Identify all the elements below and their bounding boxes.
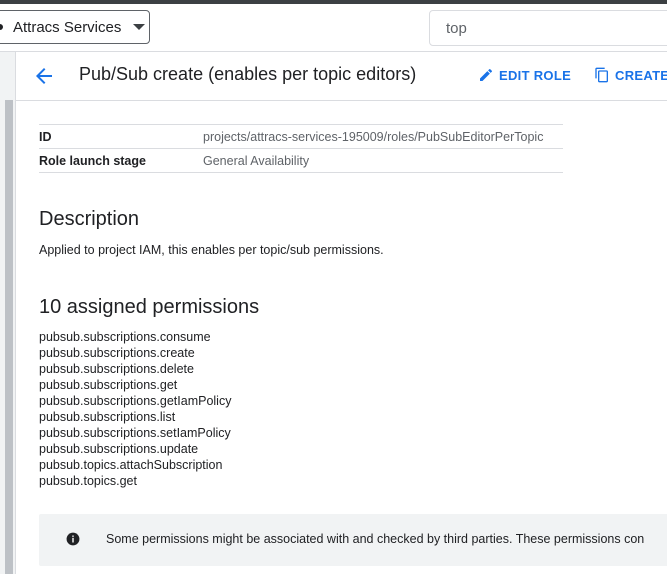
page-title: Pub/Sub create (enables per topic editor… [79, 64, 417, 84]
page-header: Pub/Sub create (enables per topic editor… [16, 52, 667, 101]
project-name: Attracs Services [13, 18, 122, 36]
list-item: pubsub.topics.get [39, 474, 137, 488]
top-strip [0, 0, 667, 4]
table-row: Role launch stage General Availability [39, 148, 563, 173]
pencil-icon [480, 68, 493, 81]
list-item: pubsub.subscriptions.getIamPolicy [39, 394, 232, 408]
list-item: pubsub.topics.attachSubscription [39, 458, 223, 472]
list-item: pubsub.subscriptions.get [39, 378, 178, 392]
scrollbar[interactable] [5, 100, 13, 574]
project-picker[interactable]: Attracs Services [0, 10, 150, 44]
copy-icon [595, 67, 608, 83]
list-item: pubsub.subscriptions.list [39, 410, 176, 424]
chevron-down-icon [133, 24, 146, 30]
list-item: pubsub.subscriptions.create [39, 346, 195, 360]
create-role-button[interactable]: CREATE R [594, 67, 667, 83]
description-text: Applied to project IAM, this enables per… [39, 243, 384, 257]
info-icon [66, 532, 80, 546]
third-party-notice: Some permissions might be associated wit… [39, 514, 667, 566]
create-role-label: CREATE R [615, 67, 667, 83]
list-item: pubsub.subscriptions.update [39, 442, 199, 456]
list-item: pubsub.subscriptions.delete [39, 362, 194, 376]
list-item: pubsub.subscriptions.consume [39, 330, 211, 344]
edit-role-button[interactable]: EDIT ROLE [478, 67, 571, 83]
edit-role-label: EDIT ROLE [499, 67, 572, 83]
top-bar: Attracs Services [0, 0, 667, 52]
notice-text: Some permissions might be associated wit… [106, 532, 645, 546]
arrow-back-icon [36, 68, 52, 84]
project-dot-icon [0, 24, 3, 30]
id-key: ID [39, 124, 203, 149]
permissions-title: 10 assigned permissions [39, 296, 260, 318]
table-row: ID projects/attracs-services-195009/role… [39, 124, 563, 149]
permissions-list: pubsub.subscriptions.consume pubsub.subs… [39, 329, 231, 489]
search-input[interactable] [429, 10, 667, 46]
launch-stage-key: Role launch stage [39, 148, 203, 173]
role-info-table: ID projects/attracs-services-195009/role… [39, 124, 563, 173]
launch-stage-value: General Availability [203, 148, 563, 173]
description-title: Description [39, 208, 140, 230]
id-value: projects/attracs-services-195009/roles/P… [203, 124, 563, 149]
back-button[interactable] [32, 64, 56, 88]
list-item: pubsub.subscriptions.setIamPolicy [39, 426, 231, 440]
